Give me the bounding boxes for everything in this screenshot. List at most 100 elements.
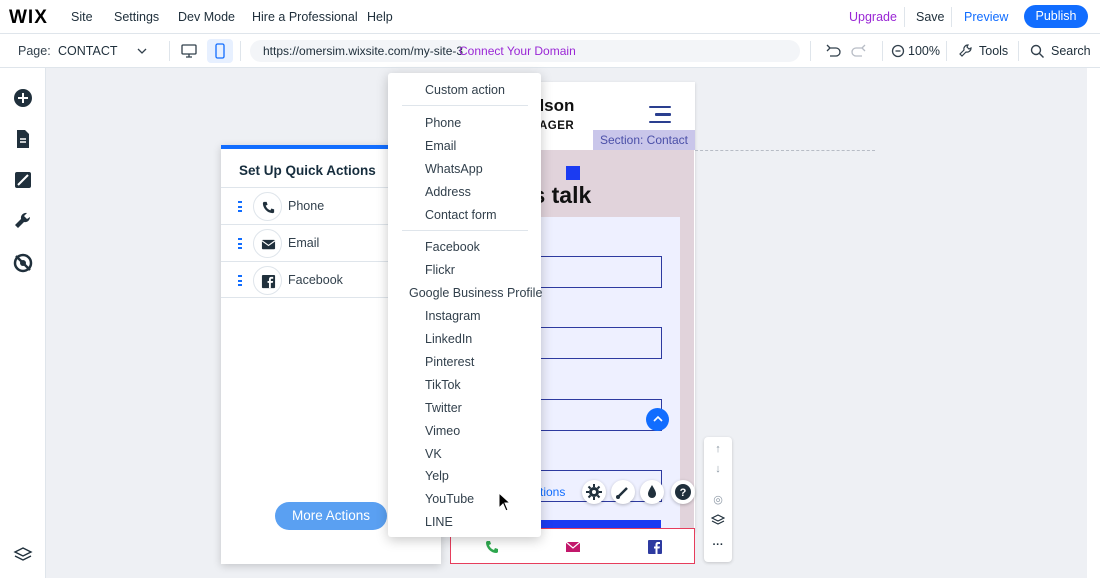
- divider: [810, 41, 811, 61]
- menu-item-vimeo[interactable]: Vimeo: [425, 424, 460, 438]
- undo-icon[interactable]: [826, 44, 841, 58]
- layers-icon[interactable]: [711, 513, 725, 527]
- menu-item-yelp[interactable]: Yelp: [425, 469, 449, 483]
- pages-icon[interactable]: [13, 129, 33, 149]
- settings-gear-icon[interactable]: [582, 480, 606, 504]
- mobile-icon: [215, 43, 225, 59]
- site-url[interactable]: https://omersim.wixsite.com/my-site-3: [263, 44, 463, 58]
- menu-settings[interactable]: Settings: [114, 10, 159, 24]
- divider: [1018, 41, 1019, 61]
- design-icon[interactable]: [13, 170, 33, 190]
- move-up-icon[interactable]: ↑: [711, 443, 725, 457]
- tools-icon[interactable]: [958, 43, 973, 58]
- menu-item-linkedin[interactable]: LinkedIn: [425, 332, 472, 346]
- menu-item-twitter[interactable]: Twitter: [425, 401, 462, 415]
- divider: [946, 41, 947, 61]
- url-bar[interactable]: https://omersim.wixsite.com/my-site-3 Co…: [250, 40, 800, 62]
- canvas-scrollbar[interactable]: [1087, 68, 1100, 578]
- help-icon[interactable]: ?: [671, 480, 695, 504]
- menu-item-contact-form[interactable]: Contact form: [425, 208, 497, 222]
- email-icon: [253, 229, 282, 258]
- mouse-cursor-icon: [498, 492, 512, 512]
- search-button[interactable]: Search: [1051, 44, 1091, 58]
- page-selector[interactable]: CONTACT: [58, 44, 118, 58]
- redo-icon[interactable]: [851, 44, 866, 58]
- divider: [169, 41, 170, 61]
- wix-logo[interactable]: WIX: [9, 7, 48, 29]
- design-brush-icon[interactable]: [611, 480, 635, 504]
- quick-actions-label[interactable]: tions: [540, 485, 565, 499]
- menu-item-phone[interactable]: Phone: [425, 116, 461, 130]
- divider: [882, 41, 883, 61]
- upgrade-link[interactable]: Upgrade: [849, 10, 897, 24]
- chevron-up-icon: [652, 415, 663, 422]
- drag-handle-icon[interactable]: [238, 201, 242, 212]
- menu-item-address[interactable]: Address: [425, 185, 471, 199]
- quick-action-label: Facebook: [288, 273, 343, 287]
- hide-icon[interactable]: ◎: [711, 493, 725, 507]
- hidden-elements-icon[interactable]: [13, 253, 33, 273]
- page-label: Page:: [18, 44, 51, 58]
- left-sidebar: [0, 68, 46, 578]
- mobile-view-button[interactable]: [207, 39, 233, 63]
- zoom-out-icon[interactable]: [891, 44, 905, 58]
- menu-item-custom-action[interactable]: Custom action: [425, 83, 505, 97]
- more-options-icon[interactable]: ···: [711, 539, 725, 553]
- section-guide-line: [695, 150, 875, 151]
- facebook-icon: [253, 266, 282, 295]
- divider: [402, 230, 528, 231]
- scroll-up-icon[interactable]: [646, 408, 669, 431]
- menu-item-whatsapp[interactable]: WhatsApp: [425, 162, 483, 176]
- chevron-down-icon[interactable]: [137, 47, 147, 55]
- menu-item-google-business-profile[interactable]: Google Business Profile: [409, 286, 542, 300]
- connect-domain-link[interactable]: Connect Your Domain: [459, 44, 576, 58]
- divider: [240, 41, 241, 61]
- add-icon[interactable]: [13, 88, 33, 108]
- editor-toolbar: Page: CONTACT https://omersim.wixsite.co…: [0, 34, 1100, 68]
- phone-icon: [253, 192, 282, 221]
- section-label[interactable]: Section: Contact: [593, 130, 695, 150]
- menu-help[interactable]: Help: [367, 10, 393, 24]
- desktop-icon: [181, 44, 197, 58]
- form-submit-button[interactable]: [541, 520, 661, 528]
- element-mini-toolbar: ↑ ↓ ◎ ···: [704, 437, 732, 562]
- drag-handle-icon[interactable]: [238, 275, 242, 286]
- search-icon[interactable]: [1030, 44, 1045, 59]
- menu-site[interactable]: Site: [71, 10, 93, 24]
- tools-button[interactable]: Tools: [979, 44, 1008, 58]
- facebook-icon[interactable]: [647, 539, 663, 555]
- divider: [402, 105, 528, 106]
- menu-hire-professional[interactable]: Hire a Professional: [252, 10, 358, 24]
- menu-item-instagram[interactable]: Instagram: [425, 309, 481, 323]
- quick-action-label: Phone: [288, 199, 325, 213]
- menu-item-flickr[interactable]: Flickr: [425, 263, 455, 277]
- layers-icon[interactable]: [13, 545, 33, 565]
- menu-item-line[interactable]: LINE: [425, 515, 453, 529]
- preview-button[interactable]: Preview: [964, 10, 1008, 24]
- svg-text:?: ?: [680, 487, 687, 499]
- more-actions-button[interactable]: More Actions: [275, 502, 387, 530]
- publish-button[interactable]: Publish: [1024, 5, 1088, 28]
- site-role: AGER: [539, 120, 575, 132]
- menu-dev-mode[interactable]: Dev Mode: [178, 10, 235, 24]
- phone-icon[interactable]: [484, 539, 500, 555]
- email-icon[interactable]: [565, 539, 581, 555]
- move-down-icon[interactable]: ↓: [711, 463, 725, 477]
- menu-item-vk[interactable]: VK: [425, 447, 442, 461]
- quick-action-label: Email: [288, 236, 320, 250]
- menu-item-facebook[interactable]: Facebook: [425, 240, 480, 254]
- decorative-square: [566, 166, 580, 180]
- desktop-view-button[interactable]: [176, 39, 202, 63]
- menu-item-email[interactable]: Email: [425, 139, 456, 153]
- wrench-icon[interactable]: [13, 211, 33, 231]
- drag-handle-icon[interactable]: [238, 238, 242, 249]
- menu-item-pinterest[interactable]: Pinterest: [425, 355, 474, 369]
- divider: [951, 7, 952, 27]
- divider: [904, 7, 905, 27]
- zoom-level[interactable]: 100%: [908, 44, 940, 58]
- color-drop-icon[interactable]: [640, 480, 664, 504]
- save-button[interactable]: Save: [916, 10, 945, 24]
- menu-item-youtube[interactable]: YouTube: [425, 492, 474, 506]
- hamburger-menu-icon[interactable]: [649, 106, 671, 124]
- menu-item-tiktok[interactable]: TikTok: [425, 378, 461, 392]
